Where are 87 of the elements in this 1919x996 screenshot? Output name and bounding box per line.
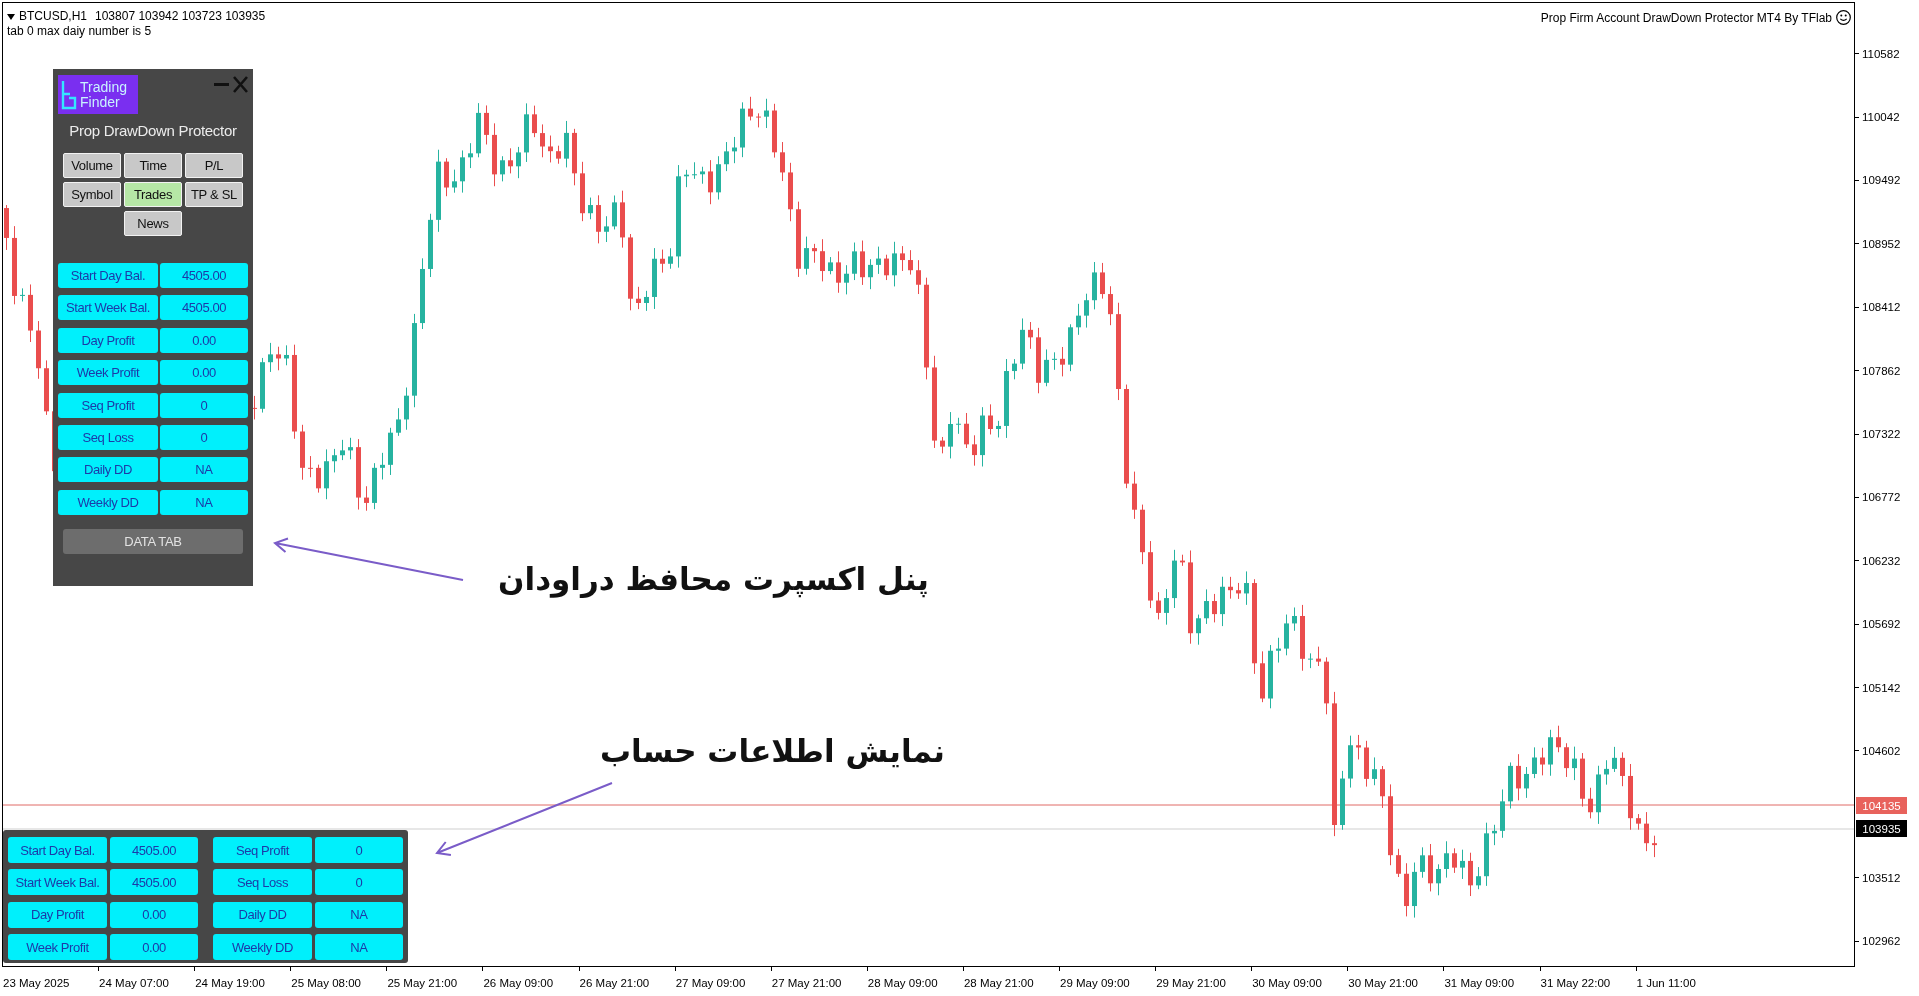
stat-value: 0.00 (160, 360, 248, 386)
tab-button[interactable]: TP & SL (185, 182, 243, 207)
price-label: 108952 (1862, 237, 1901, 250)
chart-comment: tab 0 max daiy number is 5 (7, 24, 153, 39)
stat-value: 4505.00 (110, 869, 198, 896)
time-label: 27 May 21:00 (771, 977, 842, 989)
time-label: 28 May 09:00 (867, 977, 938, 989)
stat-label: Daily DD (58, 457, 158, 483)
price-label: 105142 (1862, 681, 1901, 694)
time-label: 25 May 21:00 (387, 977, 458, 989)
caret-icon[interactable] (7, 13, 15, 20)
stat-value: 4505.00 (110, 837, 198, 863)
close-icon[interactable] (232, 75, 249, 94)
smiley-icon (1836, 10, 1851, 25)
stat-value: 0.00 (160, 327, 248, 353)
stat-value: 0.00 (110, 934, 198, 961)
price-tag: 104135 (1856, 797, 1907, 814)
logo-icon (61, 79, 77, 110)
stat-value: 4505.00 (160, 263, 248, 288)
price-label: 110042 (1862, 111, 1900, 124)
stat-value: 0 (160, 424, 248, 450)
stat-label: Week Profit (58, 360, 158, 386)
price-label: 108412 (1862, 301, 1901, 314)
tab-button[interactable]: P/L (185, 153, 243, 178)
time-label: 24 May 07:00 (99, 977, 169, 989)
stat-label: Start Week Bal. (8, 869, 107, 896)
time-label: 26 May 21:00 (579, 977, 650, 989)
price-label: 107862 (1862, 364, 1901, 377)
price-label: 109492 (1862, 174, 1901, 187)
stat-label: Day Profit (8, 901, 107, 928)
stat-value: 4505.00 (160, 295, 248, 321)
stat-value: 0 (160, 392, 248, 418)
stat-label: Seq Loss (58, 424, 158, 450)
price-label: 110582 (1862, 47, 1900, 60)
time-label: 31 May 09:00 (1444, 977, 1515, 989)
stat-label: Start Week Bal. (58, 295, 158, 321)
stat-label: Start Day Bal. (58, 263, 158, 288)
symbol-label: BTCUSD,H1 (19, 9, 87, 24)
stat-label: Seq Profit (58, 392, 158, 418)
stat-label: Weekly DD (58, 489, 158, 515)
stat-label: Start Day Bal. (8, 837, 107, 863)
stat-value: NA (160, 457, 248, 483)
price-label: 106232 (1862, 554, 1901, 567)
time-label: 23 May 2025 (3, 977, 70, 989)
tab-button[interactable]: Symbol (63, 182, 121, 207)
time-label: 25 May 08:00 (291, 977, 361, 989)
time-label: 29 May 21:00 (1156, 977, 1226, 989)
annotation-text: نمایش اطلاعات حساب (599, 733, 945, 771)
expert-name-label: Prop Firm Account DrawDown Protector MT4 By TFlab (1540, 10, 1832, 25)
stat-label: Daily DD (213, 901, 312, 928)
tab-button[interactable]: News (124, 211, 182, 236)
stat-label: Seq Loss (213, 869, 312, 896)
stat-value: 0 (315, 869, 403, 896)
price-label: 105692 (1862, 618, 1901, 631)
price-label: 107322 (1862, 428, 1901, 441)
stat-label: Weekly DD (213, 934, 312, 961)
logo-text: Finder (80, 94, 120, 110)
price-label: 102962 (1862, 935, 1901, 948)
stat-label: Week Profit (8, 934, 107, 961)
annotation-text: پنل اکسپرت محافظ دراودان (498, 561, 929, 599)
time-label: 24 May 19:00 (195, 977, 265, 989)
stat-value: NA (315, 901, 403, 928)
tab-button[interactable]: Volume (63, 153, 121, 178)
time-label: 27 May 09:00 (675, 977, 746, 989)
price-label: 103512 (1862, 871, 1901, 884)
data-tab-button[interactable]: DATA TAB (63, 528, 243, 554)
time-label: 29 May 09:00 (1060, 977, 1130, 989)
price-tag: 103935 (1856, 820, 1907, 837)
stat-label: Day Profit (58, 327, 158, 353)
time-label: 28 May 21:00 (963, 977, 1034, 989)
stat-value: 0 (315, 837, 403, 863)
time-label: 30 May 09:00 (1252, 977, 1322, 989)
stat-value: NA (315, 934, 403, 961)
stat-value: 0.00 (110, 901, 198, 928)
ohlc-values: 103807 103942 103723 103935 (95, 9, 266, 24)
time-label: 26 May 09:00 (483, 977, 554, 989)
time-label: 1 Jun 11:00 (1636, 977, 1696, 989)
logo-text: Trading (80, 79, 127, 95)
stat-label: Seq Profit (213, 837, 312, 863)
stat-value: NA (160, 489, 248, 515)
price-label: 104602 (1862, 745, 1901, 757)
time-label: 31 May 22:00 (1540, 977, 1611, 989)
price-label: 106772 (1862, 491, 1901, 504)
panel-title: Prop DrawDown Protector (69, 122, 237, 139)
time-label: 30 May 21:00 (1348, 977, 1418, 989)
tab-button[interactable]: Trades (124, 182, 182, 207)
tab-button[interactable]: Time (124, 153, 182, 178)
